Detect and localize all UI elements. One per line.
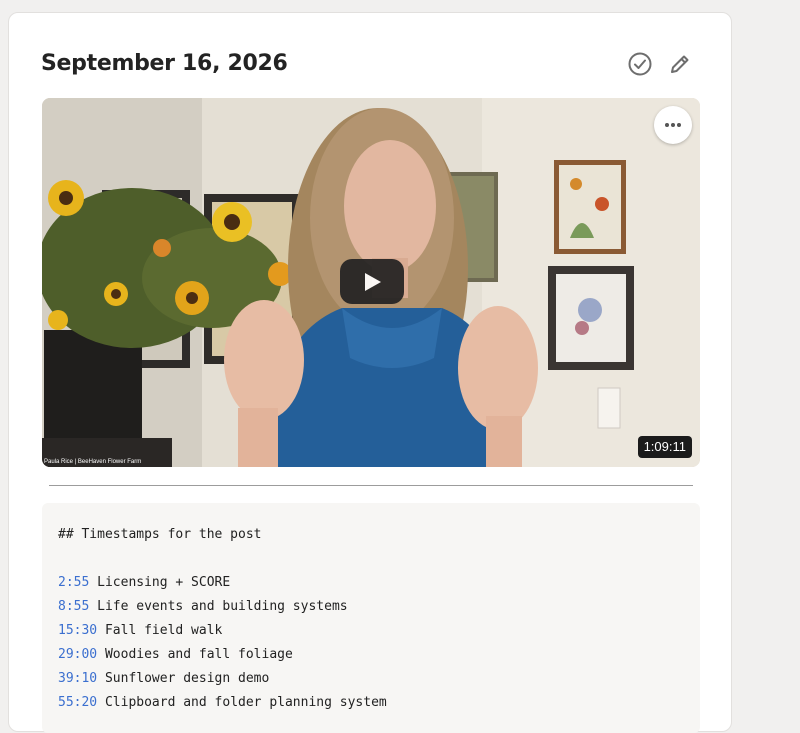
timestamps-block: ## Timestamps for the post 2:55 Licensin… [42, 503, 700, 733]
timestamp-label: Licensing + SCORE [97, 575, 231, 590]
pencil-icon [671, 55, 689, 73]
timestamp-row: 8:55 Life events and building systems [58, 595, 700, 619]
timestamp-row: 39:10 Sunflower design demo [58, 667, 700, 691]
timestamp-row: 2:55 Licensing + SCORE [58, 571, 700, 595]
divider [49, 485, 693, 486]
timestamp-label: Fall field walk [104, 623, 223, 638]
video-caption: Paula Rice | BeeHaven Flower Farm [44, 459, 142, 465]
edit-button[interactable] [667, 51, 693, 77]
timestamp-link[interactable]: 2:55 [58, 575, 89, 590]
check-circle-icon [628, 52, 652, 76]
timestamp-label: Life events and building systems [97, 599, 348, 614]
timestamp-label: Sunflower design demo [104, 671, 270, 686]
video-more-options-button[interactable] [654, 106, 692, 144]
mark-complete-button[interactable] [627, 51, 653, 77]
timestamp-label: Clipboard and folder planning system [104, 695, 387, 710]
play-icon [365, 272, 381, 291]
timestamp-row: 15:30 Fall field walk [58, 619, 700, 643]
timestamp-link[interactable]: 8:55 [58, 599, 89, 614]
timestamp-link[interactable]: 55:20 [58, 695, 97, 710]
play-button[interactable] [340, 259, 404, 304]
video-player[interactable]: Paula Rice | BeeHaven Flower Farm 1:09:1… [42, 98, 700, 467]
timestamp-row: 55:20 Clipboard and folder planning syst… [58, 691, 700, 715]
timestamp-row: 29:00 Woodies and fall foliage [58, 643, 700, 667]
timestamp-link[interactable]: 15:30 [58, 623, 97, 638]
timestamp-link[interactable]: 39:10 [58, 671, 97, 686]
video-duration: 1:09:11 [637, 436, 692, 458]
timestamps-heading: ## Timestamps for the post [58, 527, 262, 542]
more-horizontal-icon [665, 123, 681, 127]
timestamp-label: Woodies and fall foliage [104, 647, 293, 662]
timestamp-link[interactable]: 29:00 [58, 647, 97, 662]
post-date-title: September 16, 2026 [41, 51, 288, 76]
post-card: September 16, 2026 Paula Rice | BeeHaven… [8, 12, 732, 733]
